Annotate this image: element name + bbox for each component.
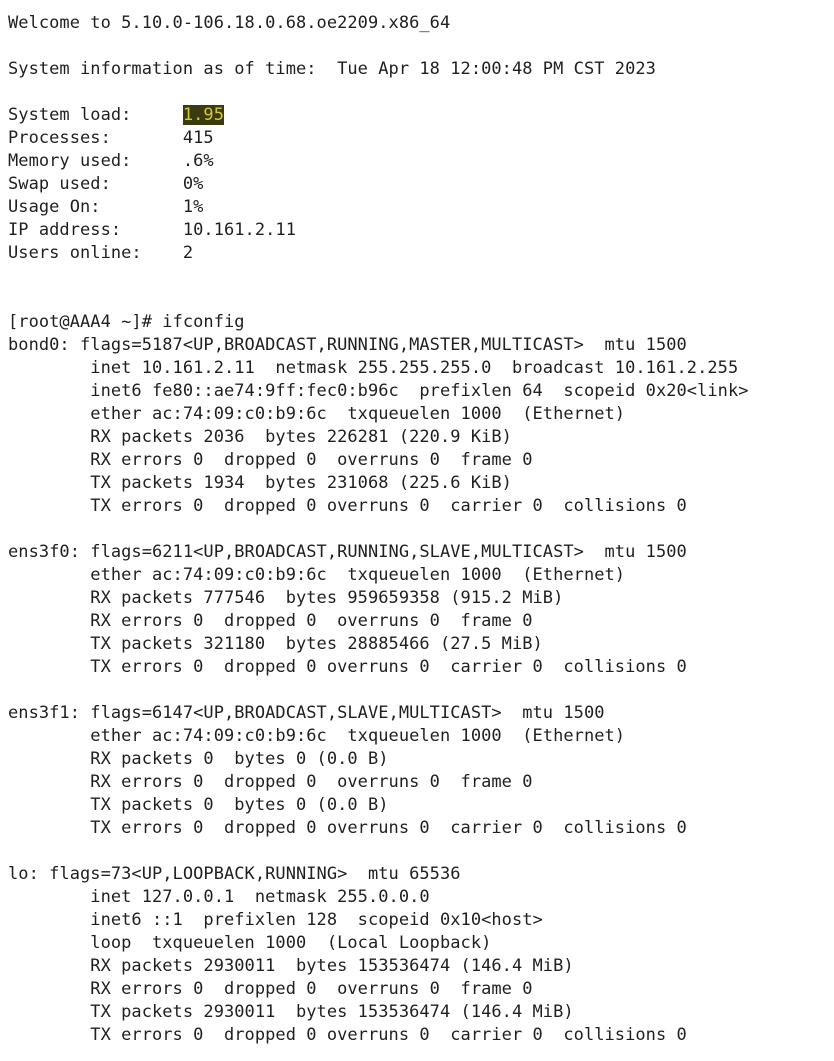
interface-detail-line: RX errors 0 dropped 0 overruns 0 frame 0 — [8, 611, 533, 631]
interface-detail-line: ether ac:74:09:c0:b9:6c txqueuelen 1000 … — [8, 565, 626, 585]
stat-label: System load: — [8, 105, 183, 125]
interface-detail-line: RX packets 0 bytes 0 (0.0 B) — [8, 749, 389, 769]
stat-value: 10.161.2.11 — [182, 220, 296, 240]
interface-detail-line: RX packets 777546 bytes 959659358 (915.2… — [8, 588, 564, 608]
interface-header: lo: flags=73<UP,LOOPBACK,RUNNING> mtu 65… — [8, 864, 461, 884]
stat-value: 0% — [182, 174, 204, 194]
interface-detail-line: TX packets 0 bytes 0 (0.0 B) — [8, 795, 389, 815]
interface-detail-line: inet6 fe80::ae74:9ff:fec0:b96c prefixlen… — [8, 381, 749, 401]
interface-header: bond0: flags=5187<UP,BROADCAST,RUNNING,M… — [8, 335, 687, 355]
interface-detail-line: ether ac:74:09:c0:b9:6c txqueuelen 1000 … — [8, 726, 626, 746]
stat-memory-used: Memory used: .6% — [8, 150, 834, 173]
stat-ip-address: IP address: 10.161.2.11 — [8, 219, 834, 242]
stat-value: 415 — [182, 128, 214, 148]
command-line: [root@AAA4 ~]# ifconfig — [8, 311, 834, 334]
stat-usage-on: Usage On: 1% — [8, 196, 834, 219]
stat-system-load: System load: 1.95 — [8, 104, 834, 127]
interface-detail-line: inet 127.0.0.1 netmask 255.0.0.0 — [8, 887, 430, 907]
interface-detail-line: inet6 ::1 prefixlen 128 scopeid 0x10<hos… — [8, 910, 543, 930]
stat-label: Swap used: — [8, 174, 183, 194]
interface-detail-line: inet 10.161.2.11 netmask 255.255.255.0 b… — [8, 358, 739, 378]
interface-detail-line: loop txqueuelen 1000 (Local Loopback) — [8, 933, 492, 953]
interface-detail-line: RX packets 2036 bytes 226281 (220.9 KiB) — [8, 427, 512, 447]
interface-block-ens3f1: ens3f1: flags=6147<UP,BROADCAST,SLAVE,MU… — [8, 702, 834, 840]
stat-label: Usage On: — [8, 197, 183, 217]
interface-detail-line: TX errors 0 dropped 0 overruns 0 carrier… — [8, 657, 687, 677]
stat-label: IP address: — [8, 220, 183, 240]
stat-value-highlighted: 1.95 — [182, 105, 224, 125]
interface-block-lo: lo: flags=73<UP,LOOPBACK,RUNNING> mtu 65… — [8, 863, 834, 1047]
interface-detail-line: RX errors 0 dropped 0 overruns 0 frame 0 — [8, 450, 533, 470]
interface-block-ens3f0: ens3f0: flags=6211<UP,BROADCAST,RUNNING,… — [8, 541, 834, 679]
terminal-window[interactable]: Welcome to 5.10.0-106.18.0.68.oe2209.x86… — [0, 0, 834, 1061]
stat-label: Processes: — [8, 128, 183, 148]
stat-users-online: Users online: 2 — [8, 242, 834, 265]
interface-detail-line: TX packets 321180 bytes 28885466 (27.5 M… — [8, 634, 543, 654]
interface-block-bond0: bond0: flags=5187<UP,BROADCAST,RUNNING,M… — [8, 334, 834, 518]
command-text: ifconfig — [162, 312, 245, 332]
stat-value: .6% — [182, 151, 214, 171]
interface-detail-line: RX packets 2930011 bytes 153536474 (146.… — [8, 956, 574, 976]
stat-processes: Processes: 415 — [8, 127, 834, 150]
stat-label: Users online: — [8, 243, 183, 263]
interface-detail-line: RX errors 0 dropped 0 overruns 0 frame 0 — [8, 979, 533, 999]
stat-value: 1% — [182, 197, 204, 217]
interface-detail-line: TX errors 0 dropped 0 overruns 0 carrier… — [8, 496, 687, 516]
interface-detail-line: TX errors 0 dropped 0 overruns 0 carrier… — [8, 818, 687, 838]
motd-sysinfo: System information as of time: Tue Apr 1… — [8, 59, 656, 79]
interface-detail-line: TX packets 1934 bytes 231068 (225.6 KiB) — [8, 473, 512, 493]
stat-label: Memory used: — [8, 151, 183, 171]
stat-value: 2 — [182, 243, 194, 263]
interface-header: ens3f1: flags=6147<UP,BROADCAST,SLAVE,MU… — [8, 703, 605, 723]
interface-header: ens3f0: flags=6211<UP,BROADCAST,RUNNING,… — [8, 542, 687, 562]
shell-prompt: [root@AAA4 ~]# — [8, 312, 163, 332]
interface-detail-line: TX errors 0 dropped 0 overruns 0 carrier… — [8, 1025, 687, 1045]
interface-detail-line: TX packets 2930011 bytes 153536474 (146.… — [8, 1002, 574, 1022]
motd-stats: System load: 1.95 Processes: 415 Memory … — [8, 104, 834, 265]
interface-detail-line: RX errors 0 dropped 0 overruns 0 frame 0 — [8, 772, 533, 792]
motd-welcome: Welcome to 5.10.0-106.18.0.68.oe2209.x86… — [8, 13, 451, 33]
interface-detail-line: ether ac:74:09:c0:b9:6c txqueuelen 1000 … — [8, 404, 626, 424]
stat-swap-used: Swap used: 0% — [8, 173, 834, 196]
